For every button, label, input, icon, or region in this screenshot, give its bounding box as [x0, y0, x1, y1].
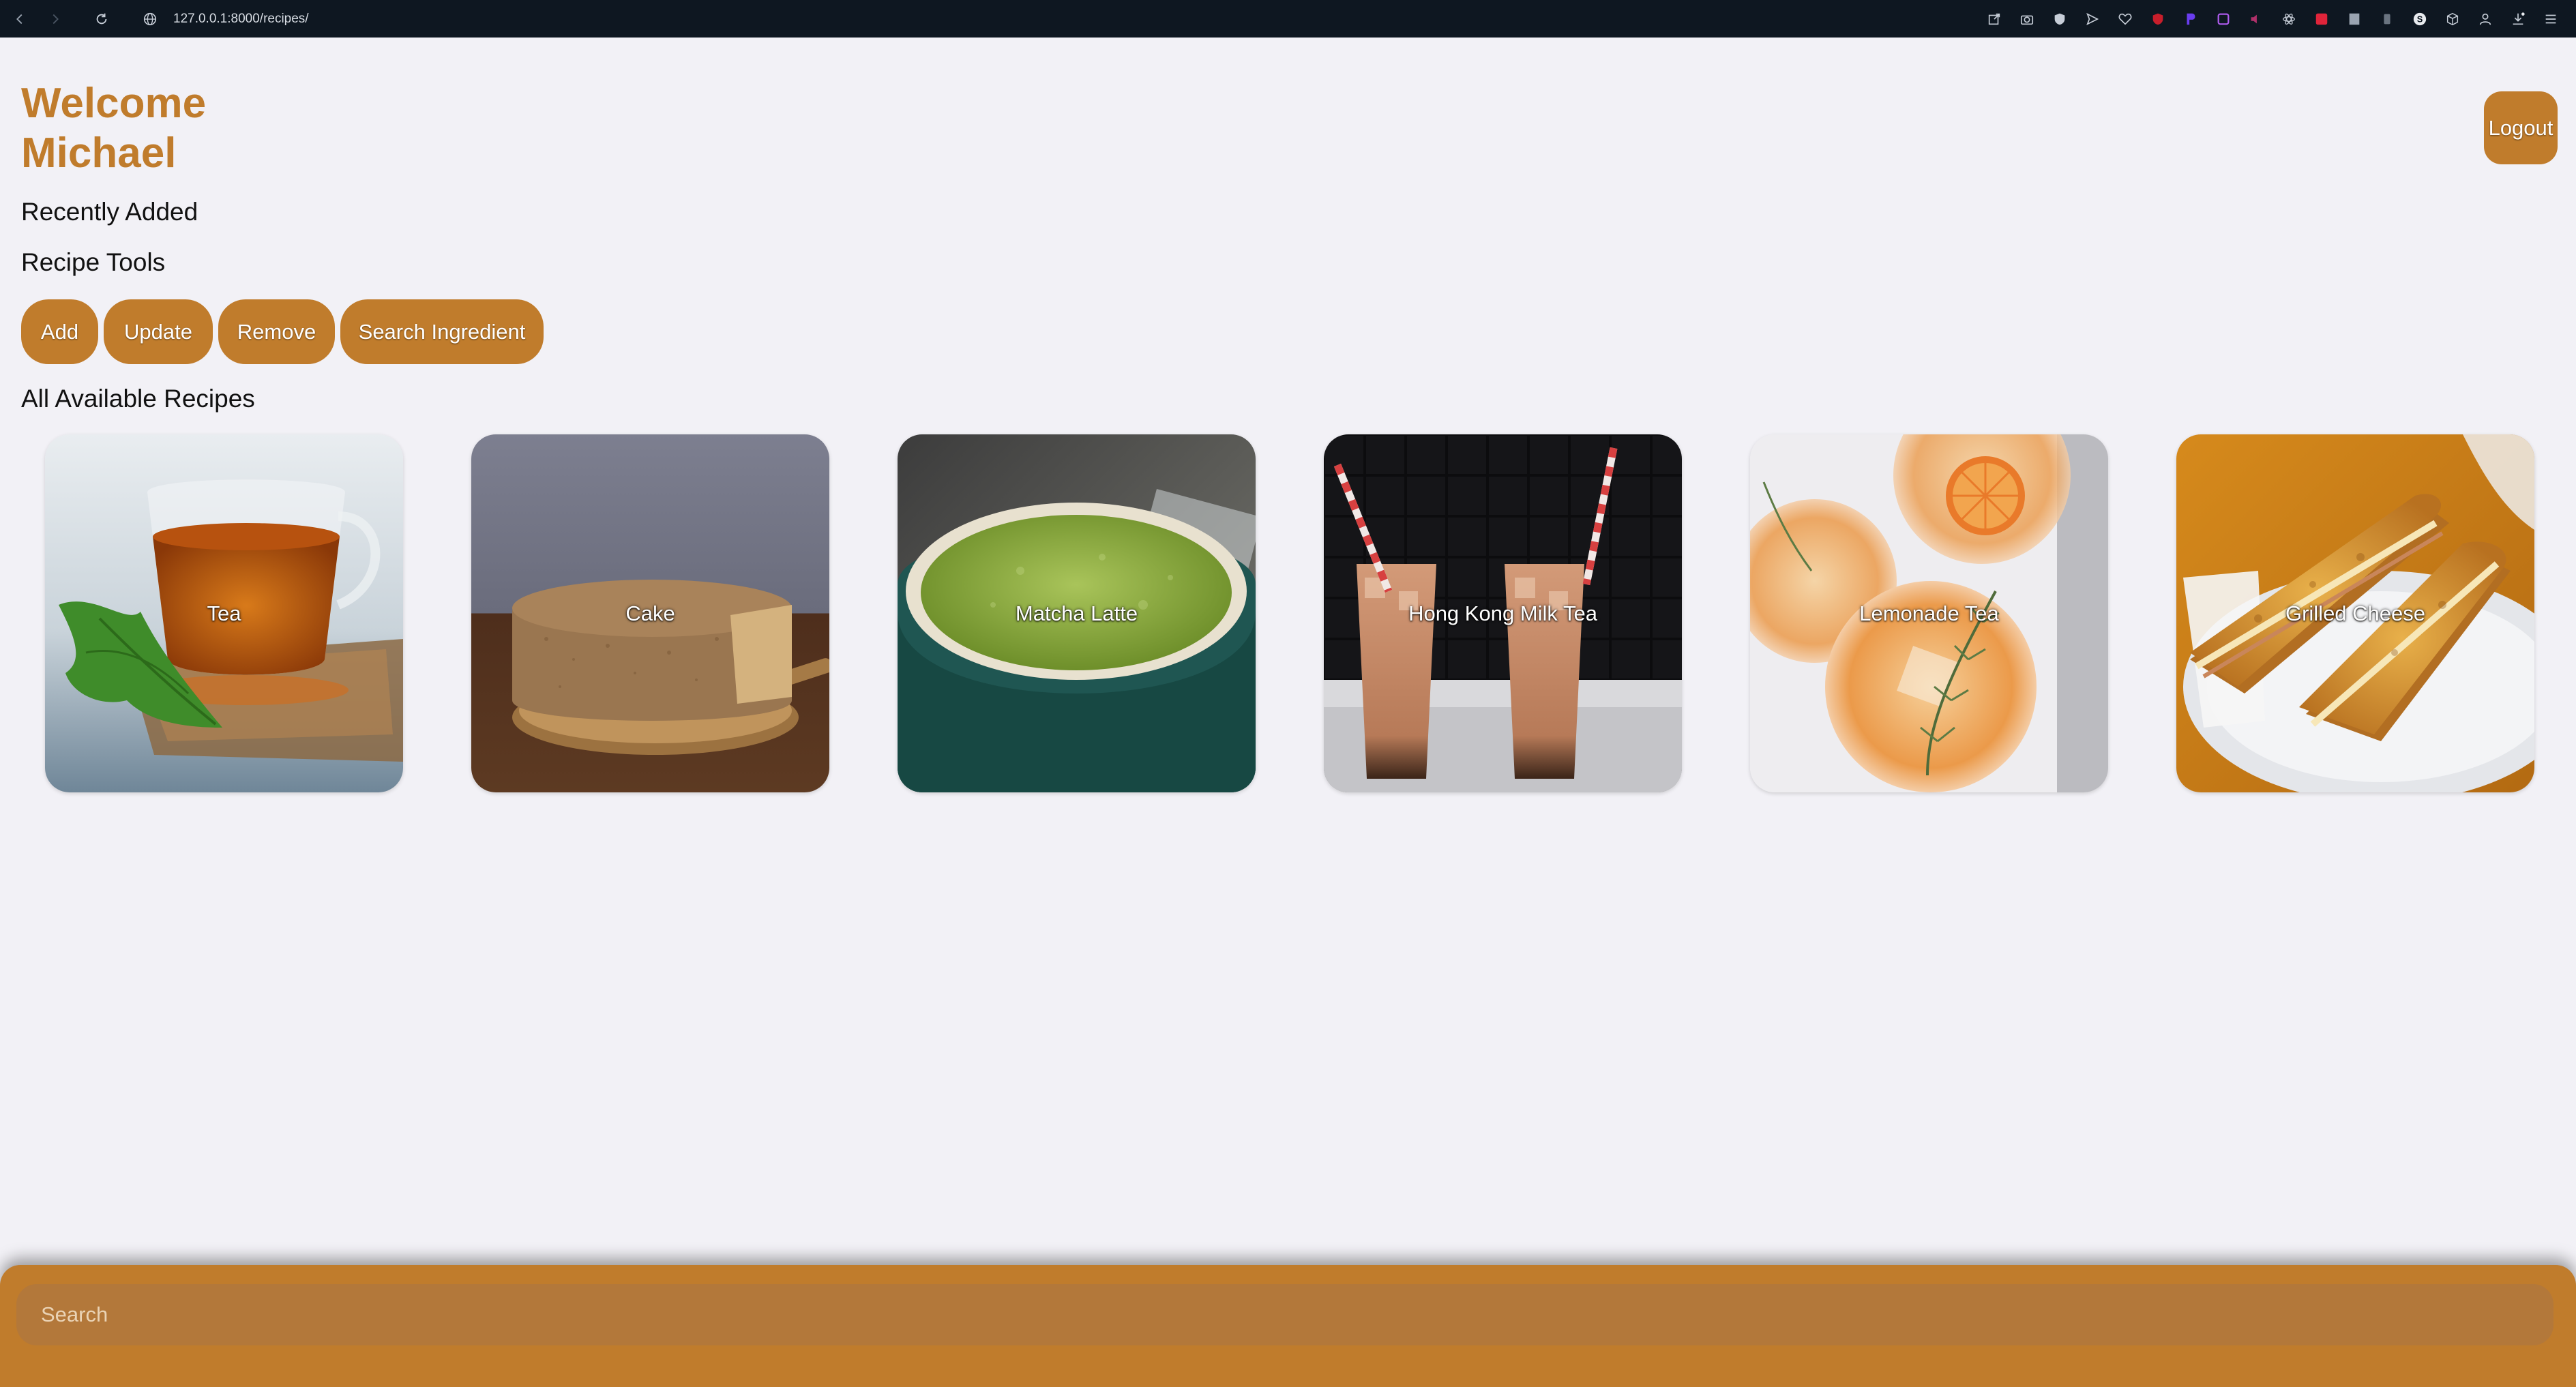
extension-toolbar: S — [1983, 7, 2562, 31]
address-bar-url[interactable]: 127.0.0.1:8000/recipes/ — [173, 12, 309, 27]
person-icon[interactable] — [2474, 8, 2497, 31]
globe-icon — [142, 11, 158, 27]
share-icon[interactable] — [1983, 8, 2006, 31]
search-input[interactable] — [16, 1284, 2553, 1345]
remove-button[interactable]: Remove — [218, 299, 335, 364]
send-icon[interactable] — [2081, 8, 2104, 31]
recipe-card-title: Hong Kong Milk Tea — [1408, 601, 1597, 625]
back-icon[interactable] — [7, 6, 33, 32]
recipe-card-list: Tea Cake Matcha Latte Hong Kong Milk Tea… — [45, 434, 2534, 792]
recipe-card-hong-kong-milk-tea[interactable]: Hong Kong Milk Tea — [1324, 434, 1682, 792]
forward-icon[interactable] — [42, 6, 68, 32]
recipe-card-cake[interactable]: Cake — [471, 434, 829, 792]
recipe-card-title: Cake — [625, 601, 675, 625]
recipe-card-title: Tea — [207, 601, 241, 625]
all-recipes-heading: All Available Recipes — [21, 385, 255, 413]
welcome-greeting: Welcome — [21, 80, 207, 127]
recipe-card-tea[interactable]: Tea — [45, 434, 403, 792]
recipe-card-grilled-cheese[interactable]: Grilled Cheese — [2176, 434, 2534, 792]
welcome-username: Michael — [21, 130, 177, 177]
add-button[interactable]: Add — [21, 299, 98, 364]
shield-icon[interactable] — [2048, 8, 2071, 31]
menu-icon[interactable] — [2539, 8, 2562, 31]
recipe-card-lemonade-tea[interactable]: Lemonade Tea — [1750, 434, 2108, 792]
recipe-card-matcha-latte[interactable]: Matcha Latte — [898, 434, 1256, 792]
recipe-card-title: Matcha Latte — [1015, 601, 1138, 625]
recipe-tools-heading: Recipe Tools — [21, 248, 166, 276]
search-ingredient-button[interactable]: Search Ingredient — [340, 299, 544, 364]
audio-icon[interactable] — [2245, 8, 2268, 31]
recipe-card-title: Grilled Cheese — [2285, 601, 2426, 625]
logout-button[interactable]: Logout — [2484, 91, 2558, 164]
s-icon[interactable]: S — [2408, 8, 2431, 31]
reload-icon[interactable] — [89, 6, 115, 32]
recipes-page: Welcome Michael Logout Recently Added Re… — [0, 38, 2576, 1387]
svg-text:S: S — [2417, 14, 2423, 25]
doc-icon[interactable] — [2343, 8, 2366, 31]
search-footer — [0, 1265, 2576, 1387]
camera-icon[interactable] — [2015, 8, 2039, 31]
tab-icon[interactable] — [2375, 8, 2399, 31]
heart-icon[interactable] — [2114, 8, 2137, 31]
recently-added-heading: Recently Added — [21, 198, 198, 226]
recipe-tools-bar: Add Update Remove Search Ingredient — [21, 299, 544, 364]
download-icon[interactable] — [2506, 8, 2530, 31]
react-icon[interactable] — [2277, 8, 2300, 31]
recipe-card-title: Lemonade Tea — [1859, 601, 1999, 625]
update-button[interactable]: Update — [104, 299, 213, 364]
browser-toolbar: 127.0.0.1:8000/recipes/ S — [0, 0, 2576, 38]
red-square-icon[interactable] — [2310, 8, 2333, 31]
box-icon[interactable] — [2441, 8, 2464, 31]
puzzle-icon[interactable] — [2212, 8, 2235, 31]
ublock-icon[interactable] — [2146, 8, 2170, 31]
p-icon[interactable] — [2179, 8, 2202, 31]
welcome-heading: Welcome Michael — [21, 78, 206, 178]
